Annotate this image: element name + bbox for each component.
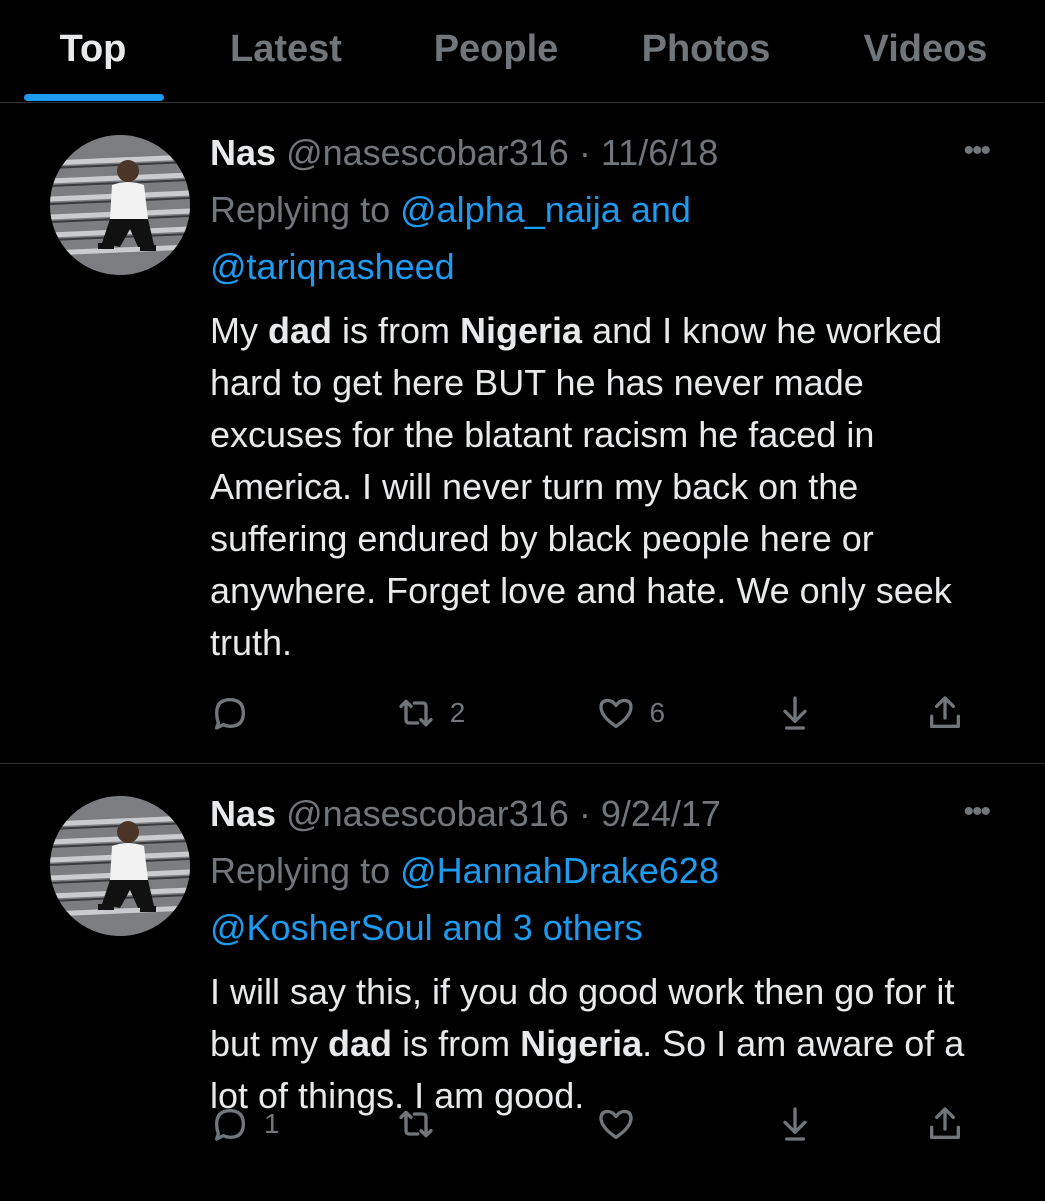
tab-videos[interactable]: Videos [806, 0, 1045, 71]
mention-link[interactable]: @KosherSoul and 3 others [210, 907, 643, 948]
text-segment: is from [332, 310, 461, 351]
mention-link[interactable]: @alpha_naija and [400, 189, 691, 230]
replying-to-label: Replying to [210, 189, 401, 230]
tab-latest[interactable]: Latest [186, 0, 386, 71]
share-button[interactable] [925, 693, 985, 733]
tweet-text: My dad is from Nigeria and I know he wor… [210, 305, 1005, 669]
download-icon [783, 1107, 807, 1141]
retweet-icon [399, 1110, 433, 1138]
retweet-icon [399, 699, 433, 727]
tweet[interactable]: Nas @nasescobar316 · 9/24/17 Replying to… [0, 764, 1045, 1201]
search-tabs: Top Latest People Photos Videos [0, 0, 1045, 103]
tab-people[interactable]: People [386, 0, 606, 71]
tweet-date[interactable]: 11/6/18 [601, 132, 718, 173]
tweet[interactable]: Nas @nasescobar316 · 11/6/18 Replying to… [0, 103, 1045, 764]
reply-button[interactable]: 1 [210, 1104, 396, 1144]
text-bold: Nigeria [460, 310, 583, 351]
tab-top[interactable]: Top [0, 0, 186, 71]
avatar[interactable] [50, 135, 190, 275]
retweet-button[interactable] [396, 1104, 596, 1144]
heart-icon [598, 698, 633, 728]
avatar-photo [50, 135, 190, 275]
download-icon [783, 696, 807, 730]
download-button[interactable] [775, 1104, 925, 1144]
separator-dot: · [578, 793, 591, 834]
reply-bubble-icon [215, 1109, 245, 1141]
replying-to: Replying to @alpha_naija and @tariqnashe… [210, 181, 1005, 295]
author-name[interactable]: Nas [210, 793, 276, 834]
tweet-text: I will say this, if you do good work the… [210, 966, 1005, 1122]
like-count: 6 [649, 697, 666, 728]
retweet-button[interactable]: 2 [396, 693, 596, 733]
tweet-header: Nas @nasescobar316 · 11/6/18 [210, 131, 1005, 175]
mention-link[interactable]: @HannahDrake628 [400, 850, 719, 891]
replying-to-label: Replying to [210, 850, 401, 891]
text-bold: Nigeria [520, 1023, 643, 1064]
share-icon [930, 1107, 961, 1139]
avatar[interactable] [50, 796, 190, 936]
author-handle[interactable]: @nasescobar316 [286, 793, 569, 834]
share-button[interactable] [925, 1104, 985, 1144]
text-segment: My [210, 310, 268, 351]
more-options-icon[interactable]: ••• [963, 797, 990, 827]
like-button[interactable]: 6 [596, 693, 776, 733]
avatar-photo [50, 796, 190, 936]
separator-dot: · [578, 132, 591, 173]
tweet-actions: 1 [210, 1102, 985, 1146]
active-tab-indicator [24, 94, 164, 101]
mention-link[interactable]: @tariqnasheed [210, 246, 455, 287]
like-button[interactable] [596, 1104, 776, 1144]
heart-icon [598, 1109, 633, 1139]
tweet-content: Nas @nasescobar316 · 11/6/18 Replying to… [210, 131, 1005, 669]
text-segment: and I know he worked hard to get here BU… [210, 310, 952, 663]
reply-bubble-icon [215, 698, 245, 730]
author-name[interactable]: Nas [210, 132, 276, 173]
text-segment: is from [392, 1023, 521, 1064]
tweet-date[interactable]: 9/24/17 [601, 793, 721, 834]
replying-to: Replying to @HannahDrake628 @KosherSoul … [210, 842, 1005, 956]
text-bold: dad [268, 310, 333, 351]
tab-photos[interactable]: Photos [606, 0, 806, 71]
tweet-content: Nas @nasescobar316 · 9/24/17 Replying to… [210, 792, 1005, 1122]
text-bold: dad [328, 1023, 393, 1064]
author-handle[interactable]: @nasescobar316 [286, 132, 569, 173]
retweet-count: 2 [449, 697, 466, 728]
more-options-icon[interactable]: ••• [963, 136, 990, 166]
download-button[interactable] [775, 693, 925, 733]
share-icon [930, 696, 961, 728]
tweet-header: Nas @nasescobar316 · 9/24/17 [210, 792, 1005, 836]
reply-count: 1 [264, 1108, 280, 1139]
tweet-actions: 2 6 [210, 691, 985, 735]
reply-button[interactable] [210, 693, 396, 733]
